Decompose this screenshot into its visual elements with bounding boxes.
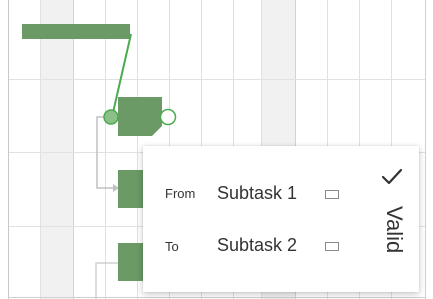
validity-status-text: Valid: [382, 206, 407, 254]
dependency-link: [96, 116, 113, 189]
to-task-name: Subtask 2: [217, 235, 298, 255]
from-label: From: [165, 186, 196, 201]
validity-status: Valid: [380, 206, 408, 274]
end-connector-handle[interactable]: [159, 108, 177, 126]
task-bar-subtask-3[interactable]: [118, 243, 144, 281]
from-task-name: Subtask 1: [217, 183, 298, 203]
gantt-chart-area: From Subtask 1 To Subtask 2 Valid: [0, 0, 433, 299]
dependency-link: [95, 262, 118, 299]
to-label: To: [165, 239, 179, 254]
edit-to-icon[interactable]: [325, 242, 339, 251]
edit-from-icon[interactable]: [325, 190, 339, 199]
task-bar-subtask-1[interactable]: [118, 97, 162, 136]
start-connector-handle[interactable]: [103, 109, 119, 125]
dependency-popup: From Subtask 1 To Subtask 2: [143, 146, 419, 292]
checkmark-icon: [381, 168, 403, 185]
task-bar-summary[interactable]: [22, 24, 130, 39]
task-bar-subtask-2[interactable]: [118, 170, 144, 208]
